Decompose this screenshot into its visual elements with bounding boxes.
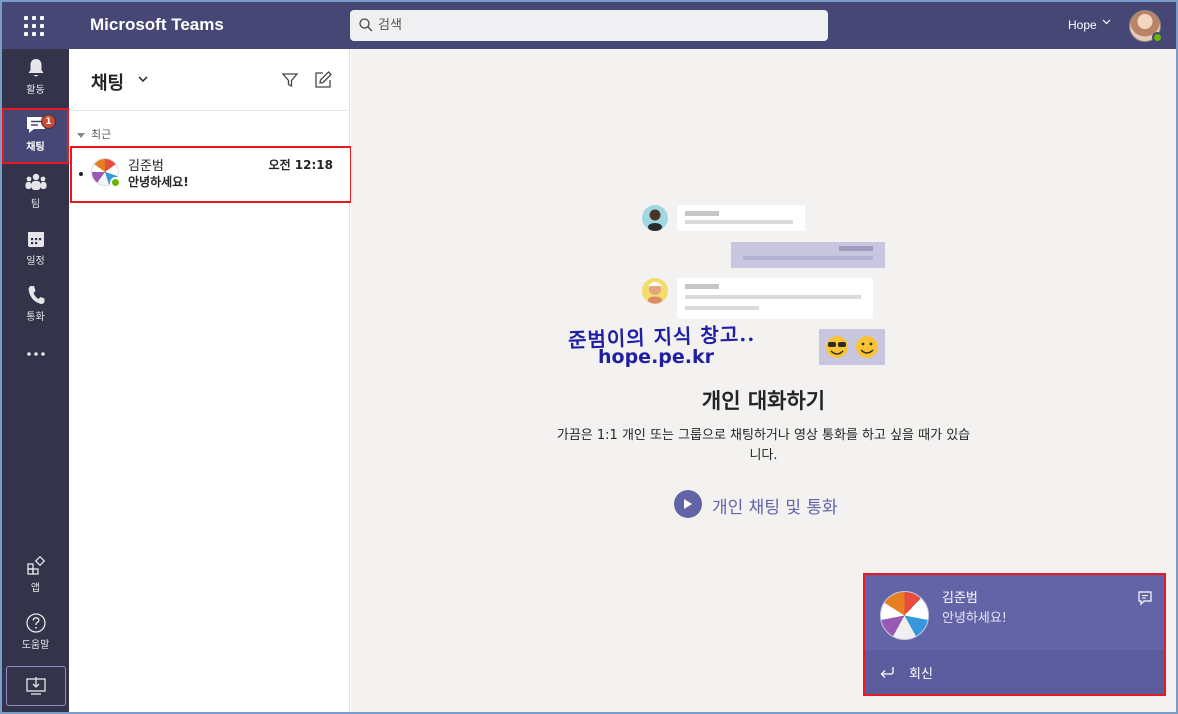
chat-list-title[interactable]: 채팅 (91, 69, 124, 95)
unread-badge: 1 (41, 114, 56, 129)
presence-available-icon (1152, 32, 1163, 43)
more-icon (26, 352, 45, 356)
user-name[interactable]: Hope (1068, 18, 1097, 32)
toast-sender-name: 김준범 (942, 591, 978, 606)
rail-item-label: 채팅 (26, 142, 45, 153)
search-input[interactable] (378, 14, 818, 37)
download-app-button[interactable] (6, 666, 66, 706)
phone-icon (28, 286, 44, 304)
rail-item-chat[interactable]: 채팅 1 (2, 108, 69, 164)
avatar (880, 591, 929, 640)
reply-label: 회신 (909, 667, 933, 682)
play-icon (674, 490, 702, 518)
rail-item-label: 활동 (26, 85, 45, 96)
search-box[interactable] (350, 10, 828, 41)
start-chat-link-label: 개인 채팅 및 통화 (712, 498, 838, 518)
rail-item-label: 팀 (30, 199, 41, 210)
app-title: Microsoft Teams (90, 15, 224, 34)
rail-item-calls[interactable]: 통화 (2, 278, 69, 334)
apps-icon (26, 555, 45, 575)
rail-item-teams[interactable]: 팀 (2, 165, 69, 221)
calendar-icon (27, 232, 44, 247)
unread-dot-icon (79, 172, 83, 176)
chat-message-preview: 안녕하세요! (128, 175, 189, 189)
title-bar: Microsoft Teams Hope (2, 2, 1176, 49)
rail-item-apps[interactable]: 앱 (2, 549, 69, 605)
caret-down-icon (77, 132, 85, 138)
app-launcher-icon[interactable] (24, 16, 44, 36)
page-title: 개인 대화하기 (701, 389, 826, 413)
help-icon (25, 613, 46, 633)
section-label: 최근 (91, 128, 112, 141)
chat-contact-name: 김준범 (128, 159, 164, 174)
chevron-down-icon[interactable] (137, 73, 149, 85)
reply-button[interactable]: 회신 (865, 650, 1164, 694)
teams-window: Microsoft Teams Hope 활동 (0, 0, 1178, 714)
divider (69, 110, 350, 111)
chat-list-panel: 채팅 최근 김준범 오전 12:18 안녕하세요! (69, 49, 352, 712)
rail-item-calendar[interactable]: 일정 (2, 222, 69, 278)
filter-icon[interactable] (281, 71, 299, 89)
rail-item-label: 앱 (30, 583, 41, 594)
teams-icon (25, 173, 46, 190)
bell-icon (28, 59, 43, 77)
chat-icon[interactable] (1137, 590, 1153, 606)
rail-item-label: 일정 (26, 256, 45, 267)
search-icon (359, 18, 373, 32)
reply-arrow-icon (880, 667, 894, 678)
chat-timestamp: 오전 12:18 (268, 158, 333, 172)
message-toast[interactable]: 김준범 안녕하세요! 회신 (863, 573, 1166, 696)
rail-item-more[interactable] (2, 337, 69, 373)
rail-item-label: 도움말 (21, 640, 50, 651)
presence-available-icon (110, 177, 121, 188)
rail-item-activity[interactable]: 활동 (2, 51, 69, 107)
chat-list-item[interactable]: 김준범 오전 12:18 안녕하세요! (70, 146, 352, 203)
app-bar: 활동 채팅 1 팀 일정 통화 앱 도움말 (2, 49, 69, 712)
toast-message: 안녕하세요! (942, 611, 1008, 626)
section-recent[interactable]: 최근 (77, 126, 111, 142)
download-icon (26, 677, 46, 695)
new-chat-icon[interactable] (313, 70, 333, 90)
page-description: 가끔은 1:1 개인 또는 그룹으로 채팅하거나 영상 통화를 하고 싶을 때가… (556, 428, 971, 463)
rail-item-help[interactable]: 도움말 (2, 606, 69, 662)
watermark-url: hope.pe.kr (598, 346, 714, 368)
chevron-down-icon[interactable] (1102, 17, 1111, 29)
toast-body[interactable]: 김준범 안녕하세요! (865, 575, 1164, 650)
rail-item-label: 통화 (26, 312, 45, 323)
